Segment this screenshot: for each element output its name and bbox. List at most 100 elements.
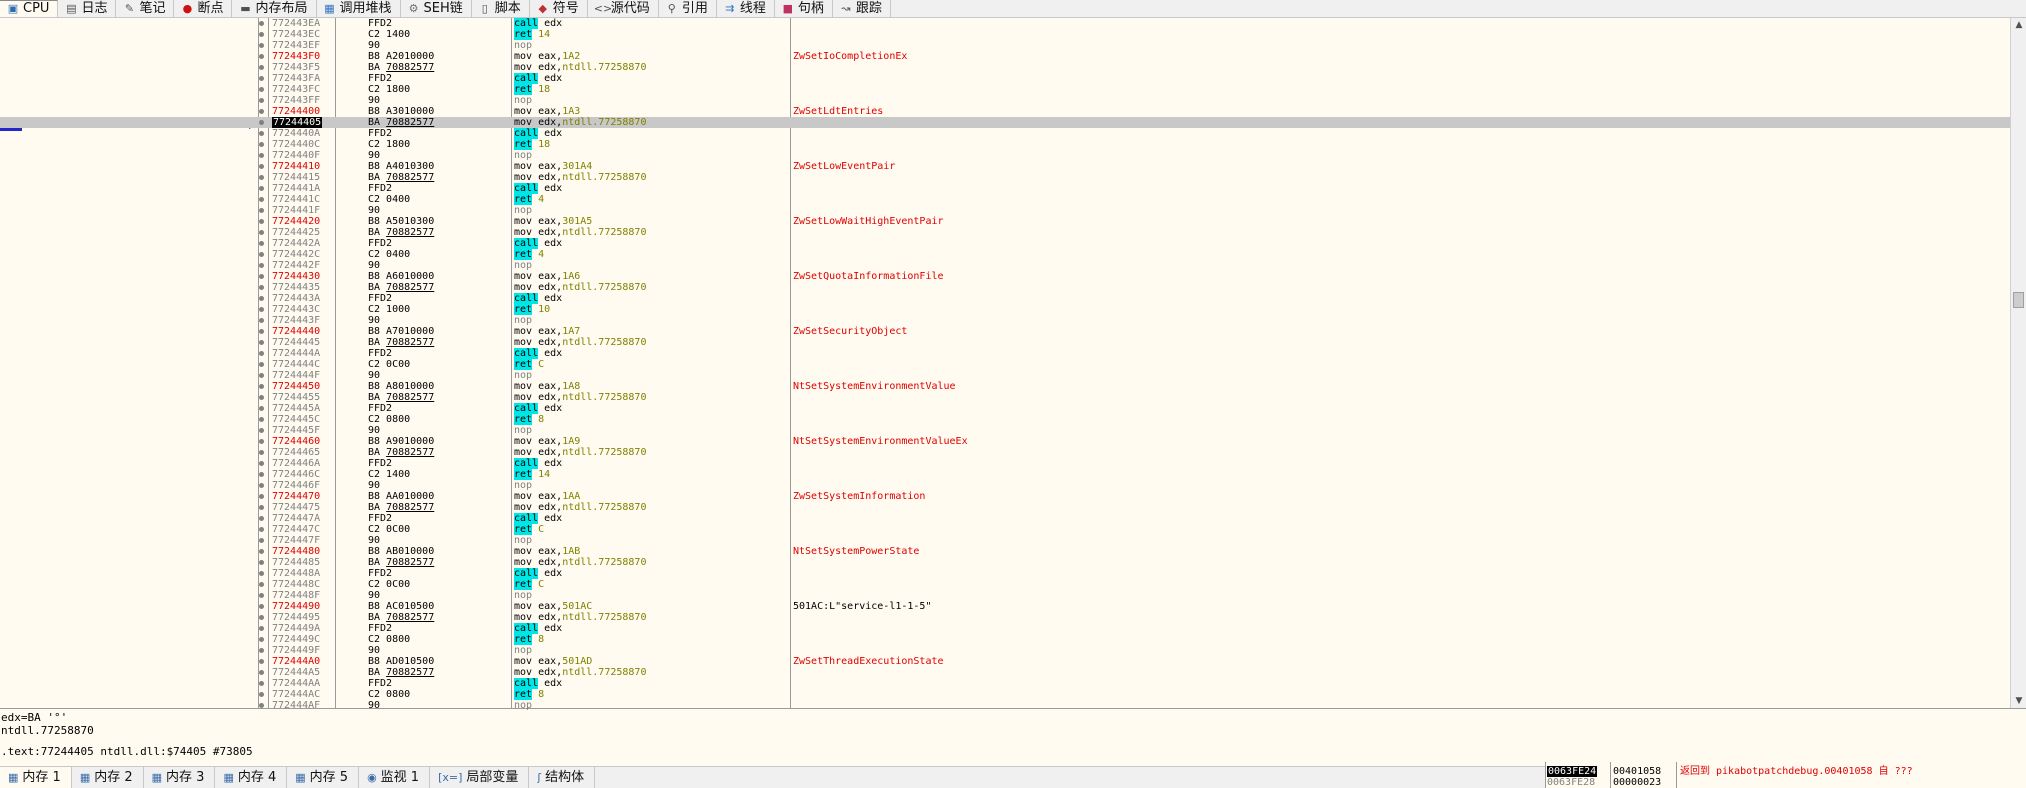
breakpoint-dot-icon[interactable] <box>259 318 264 323</box>
instruction-row[interactable]: 7724446F 90 nop <box>0 480 2010 491</box>
instruction-row[interactable]: 7724447C C2 0C00 ret C <box>0 524 2010 535</box>
breakpoint-dot-icon[interactable] <box>259 637 264 642</box>
tab-script[interactable]: ▯ 脚本 <box>472 0 530 17</box>
breakpoint-dot-icon[interactable] <box>259 120 264 125</box>
tab-log[interactable]: ▤ 日志 <box>58 0 117 17</box>
instruction-row[interactable]: 77244480 B8 AB010000 mov eax,1AB NtSetSyste… <box>0 546 2010 557</box>
breakpoint-dot-icon[interactable] <box>259 692 264 697</box>
breakpoint-dot-icon[interactable] <box>259 703 264 708</box>
instruction-row[interactable]: 77244445 BA 70882577 mov edx,ntdll.7725887… <box>0 337 2010 348</box>
instruction-row[interactable]: 7724446A FFD2 call edx <box>0 458 2010 469</box>
breakpoint-dot-icon[interactable] <box>259 98 264 103</box>
tab-seh-chain[interactable]: ⚙ SEH链 <box>401 0 472 17</box>
breakpoint-dot-icon[interactable] <box>259 241 264 246</box>
bottom-tab[interactable]: ▦ 内存 3 <box>144 767 216 788</box>
instruction-row[interactable]: 772443EA FFD2 call edx <box>0 18 2010 29</box>
instruction-row[interactable]: 77244465 BA 70882577 mov edx,ntdll.7725887… <box>0 447 2010 458</box>
breakpoint-dot-icon[interactable] <box>259 373 264 378</box>
tab-memory-map[interactable]: ▬ 内存布局 <box>232 0 317 17</box>
breakpoint-dot-icon[interactable] <box>259 43 264 48</box>
tab-breakpoint[interactable]: ● 断点 <box>174 0 233 17</box>
instruction-row[interactable]: 7724441F 90 nop <box>0 205 2010 216</box>
bottom-tab[interactable]: ▦ 内存 4 <box>215 767 288 788</box>
instruction-row[interactable]: 772443FF 90 nop <box>0 95 2010 106</box>
tab-handles[interactable]: ■ 句柄 <box>775 0 833 17</box>
breakpoint-dot-icon[interactable] <box>259 538 264 543</box>
instruction-row[interactable]: 77244415 BA 70882577 mov edx,ntdll.7725887… <box>0 172 2010 183</box>
instruction-row[interactable]: 7724440A FFD2 call edx <box>0 128 2010 139</box>
tab-notes[interactable]: ✎ 笔记 <box>116 0 175 17</box>
bottom-tab[interactable]: ʃ 结构体 <box>529 767 596 788</box>
bottom-tab[interactable]: ◉ 监视 1 <box>359 767 431 788</box>
breakpoint-dot-icon[interactable] <box>259 571 264 576</box>
scroll-down-icon[interactable]: ▼ <box>2011 694 2026 708</box>
breakpoint-dot-icon[interactable] <box>259 21 264 26</box>
breakpoint-dot-icon[interactable] <box>259 252 264 257</box>
breakpoint-dot-icon[interactable] <box>259 461 264 466</box>
instruction-row[interactable]: 772443FA FFD2 call edx <box>0 73 2010 84</box>
breakpoint-dot-icon[interactable] <box>259 32 264 37</box>
instruction-row[interactable]: 7724444C C2 0C00 ret C <box>0 359 2010 370</box>
instruction-row[interactable]: 7724449C C2 0800 ret 8 <box>0 634 2010 645</box>
instruction-row[interactable]: 77244420 B8 A5010300 mov eax,301A5 ZwSetLow… <box>0 216 2010 227</box>
breakpoint-dot-icon[interactable] <box>259 186 264 191</box>
instruction-row[interactable]: 7724447A FFD2 call edx <box>0 513 2010 524</box>
breakpoint-dot-icon[interactable] <box>259 65 264 70</box>
breakpoint-dot-icon[interactable] <box>259 450 264 455</box>
breakpoint-dot-icon[interactable] <box>259 560 264 565</box>
tab-source-code[interactable]: <> 源代码 <box>588 0 659 17</box>
breakpoint-dot-icon[interactable] <box>259 549 264 554</box>
breakpoint-dot-icon[interactable] <box>259 109 264 114</box>
instruction-row[interactable]: 7724443A FFD2 call edx <box>0 293 2010 304</box>
instruction-row[interactable]: 77244440 B8 A7010000 mov eax,1A7 ZwSetSecur… <box>0 326 2010 337</box>
breakpoint-dot-icon[interactable] <box>259 274 264 279</box>
tab-cpu[interactable]: ▣ CPU <box>0 0 59 17</box>
instruction-row[interactable]: 7724444F 90 nop <box>0 370 2010 381</box>
instruction-row[interactable]: 77244490 B8 AC010500 mov eax,501AC 501AC:L"… <box>0 601 2010 612</box>
instruction-row[interactable]: 7724440F 90 nop <box>0 150 2010 161</box>
breakpoint-dot-icon[interactable] <box>259 648 264 653</box>
breakpoint-dot-icon[interactable] <box>259 296 264 301</box>
instruction-row[interactable]: 77244410 B8 A4010300 mov eax,301A4 ZwSetLow… <box>0 161 2010 172</box>
breakpoint-dot-icon[interactable] <box>259 593 264 598</box>
breakpoint-dot-icon[interactable] <box>259 483 264 488</box>
breakpoint-dot-icon[interactable] <box>259 395 264 400</box>
breakpoint-dot-icon[interactable] <box>259 384 264 389</box>
instruction-row[interactable]: 7724446C C2 1400 ret 14 <box>0 469 2010 480</box>
stack-pane[interactable]: 0063FE24 00401058 返回到 pikabotpatchdebug.00… <box>1545 762 2026 788</box>
bottom-tab[interactable]: [x=] 局部变量 <box>430 767 530 788</box>
breakpoint-dot-icon[interactable] <box>259 494 264 499</box>
breakpoint-dot-icon[interactable] <box>259 681 264 686</box>
breakpoint-dot-icon[interactable] <box>259 626 264 631</box>
tab-references[interactable]: ⚲ 引用 <box>659 0 717 17</box>
instruction-row[interactable]: 772443EF 90 nop <box>0 40 2010 51</box>
instruction-row[interactable]: 77244495 BA 70882577 mov edx,ntdll.7725887… <box>0 612 2010 623</box>
breakpoint-dot-icon[interactable] <box>259 164 264 169</box>
breakpoint-dot-icon[interactable] <box>259 351 264 356</box>
stack-row[interactable]: 0063FE24 00401058 返回到 pikabotpatchdebug.00… <box>1546 766 2026 777</box>
instruction-row[interactable]: 7724441A FFD2 call edx <box>0 183 2010 194</box>
instruction-row[interactable]: 772443EC C2 1400 ret 14 <box>0 29 2010 40</box>
instruction-row[interactable]: 7724444A FFD2 call edx <box>0 348 2010 359</box>
instruction-row[interactable]: 7724447F 90 nop <box>0 535 2010 546</box>
instruction-row[interactable]: 7724440C C2 1800 ret 18 <box>0 139 2010 150</box>
breakpoint-dot-icon[interactable] <box>259 439 264 444</box>
tab-call-stack[interactable]: ▦ 调用堆栈 <box>317 0 401 17</box>
breakpoint-dot-icon[interactable] <box>259 54 264 59</box>
breakpoint-dot-icon[interactable] <box>259 428 264 433</box>
disassembly-pane[interactable]: EIP 772443EAFFD2call edx772443ECC2 1400r… <box>0 18 2026 711</box>
breakpoint-dot-icon[interactable] <box>259 307 264 312</box>
breakpoint-dot-icon[interactable] <box>259 604 264 609</box>
breakpoint-dot-icon[interactable] <box>259 505 264 510</box>
breakpoint-dot-icon[interactable] <box>259 131 264 136</box>
stack-row[interactable]: 0063FE28 00000023 <box>1546 777 2026 788</box>
selected-instruction-row[interactable]: 77244405 BA 70882577 mov edx,ntdll.7725887… <box>0 117 2010 128</box>
instruction-row[interactable]: 7724449A FFD2 call edx <box>0 623 2010 634</box>
breakpoint-dot-icon[interactable] <box>259 516 264 521</box>
instruction-row[interactable]: 772443F5 BA 70882577 mov edx,ntdll.7725887… <box>0 62 2010 73</box>
instruction-row[interactable]: 772444AA FFD2 call edx <box>0 678 2010 689</box>
tab-trace[interactable]: ↝ 跟踪 <box>833 0 891 17</box>
breakpoint-dot-icon[interactable] <box>259 76 264 81</box>
bottom-tab[interactable]: ▦ 内存 5 <box>287 767 360 788</box>
instruction-row[interactable]: 77244475 BA 70882577 mov edx,ntdll.7725887… <box>0 502 2010 513</box>
